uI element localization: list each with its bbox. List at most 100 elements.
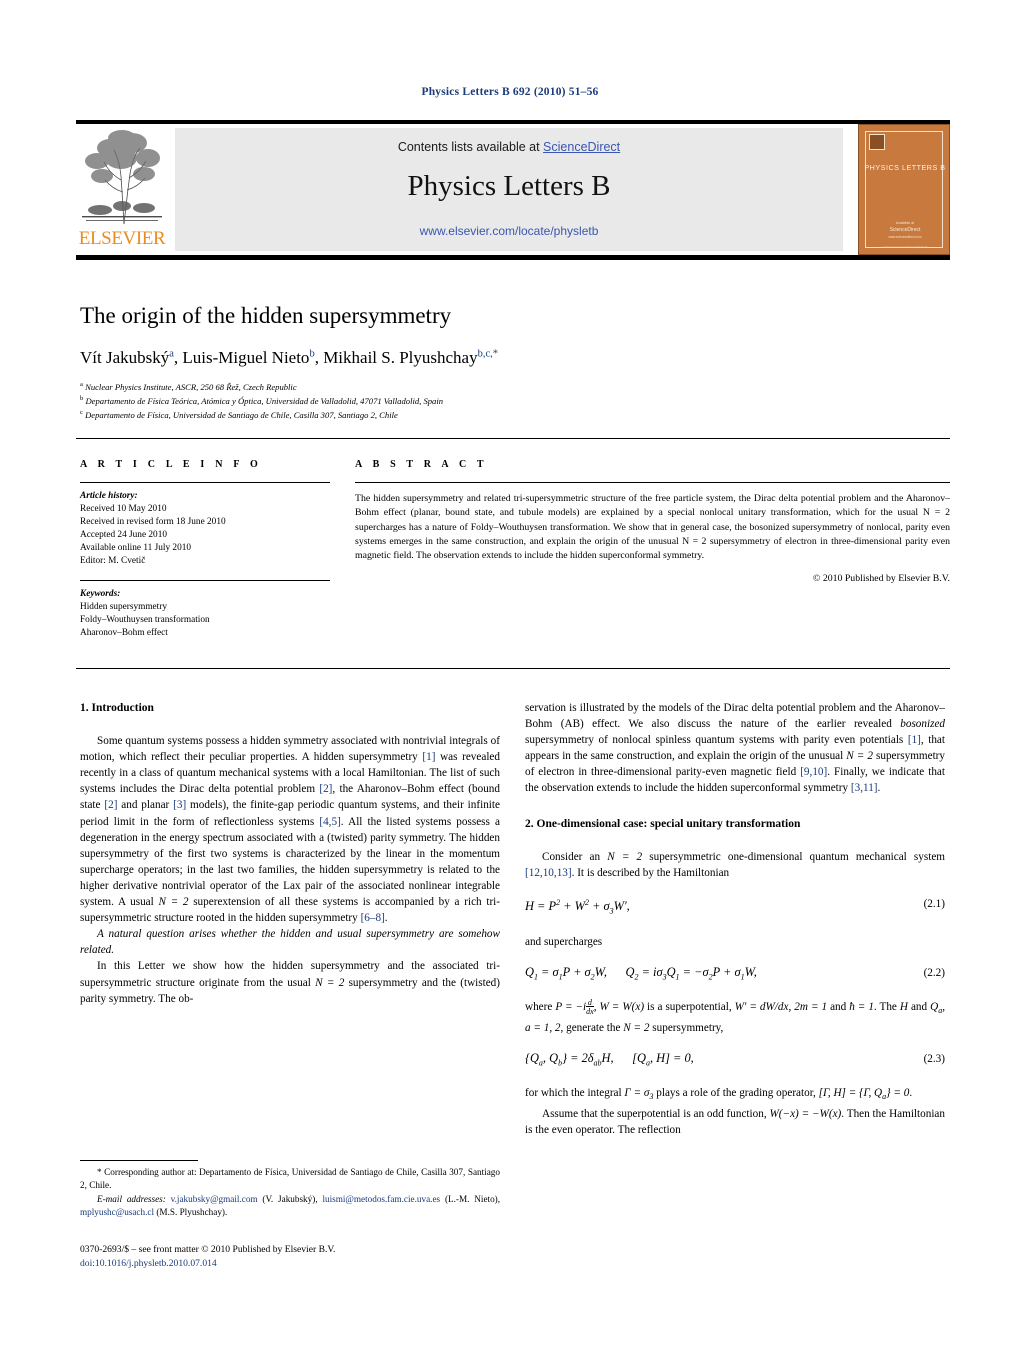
corresponding-mark: * <box>97 1167 102 1177</box>
citation-ref[interactable]: [4,5] <box>319 816 340 828</box>
citation-ref[interactable]: [9,10] <box>800 766 827 778</box>
text-run: . It is described by the Hamiltonian <box>571 866 730 879</box>
cover-sciencedirect-url: www.sciencedirect.com <box>888 235 922 239</box>
author-name: Vít Jakubský <box>80 348 170 367</box>
email-link[interactable]: v.jakubsky@gmail.com <box>171 1194 258 1204</box>
abstract-block: A B S T R A C T The hidden supersymmetry… <box>355 459 950 584</box>
article-editor: Editor: M. Cvetič <box>80 555 146 566</box>
cover-title: PHYSICS LETTERS B <box>864 163 946 172</box>
email-link[interactable]: luismi@metodos.fam.cie.uva.es <box>322 1194 440 1204</box>
citation-ref[interactable]: [12,10,13] <box>525 867 572 879</box>
affiliation: a Nuclear Physics Institute, ASCR, 250 6… <box>80 381 900 392</box>
paragraph: where P = −i d dx, W = W(x) is a superpote… <box>525 998 945 1036</box>
article-history-label: Article history: <box>80 491 138 501</box>
elsevier-logo: ELSEVIER <box>76 124 168 255</box>
journal-cover-thumbnail[interactable]: PHYSICS LETTERS B Available at ScienceDi… <box>858 124 950 255</box>
equation-expression: Q1 = σ1P + σ2W, Q2 = iσ3Q1 = −σ2P + σ1W, <box>525 964 757 982</box>
citation-ref[interactable]: [6–8] <box>361 912 385 924</box>
keyword-item: Aharonov–Bohm effect <box>80 628 168 639</box>
abstract-divider <box>355 482 950 483</box>
article-info-block: A R T I C L E I N F O Article history: R… <box>80 459 330 640</box>
equation-expression: {Qa, Qb} = 2δabH, [Qa, H] = 0, <box>525 1050 694 1068</box>
email-note: E-mail addresses: v.jakubsky@gmail.com (… <box>80 1193 501 1217</box>
text-run: . <box>909 1087 913 1100</box>
inline-math: N = 2 <box>607 850 643 863</box>
inline-math: N = 2 <box>158 896 189 909</box>
cover-sciencedirect: ScienceDirect <box>889 227 921 233</box>
inline-math: P = −i d dx <box>555 998 594 1016</box>
email-person: (M.S. Plyushchay) <box>156 1206 225 1217</box>
citation-ref[interactable]: [2] <box>104 799 117 811</box>
footnote-rule <box>80 1160 198 1161</box>
affiliation-text: Departamento de Física, Universidad de S… <box>85 409 398 420</box>
email-person: (L.-M. Nieto) <box>444 1193 498 1204</box>
equation-2-1: H = P2 + W2 + σ3W′, (2.1) <box>525 895 945 920</box>
article-history-item: Received 10 May 2010 <box>80 503 167 514</box>
text-run: plays a role of the grading operator, <box>653 1087 819 1100</box>
doi-link[interactable]: doi:10.1016/j.physletb.2010.07.014 <box>80 1257 510 1271</box>
text-run: Assume that the superpotential is an odd… <box>542 1107 770 1120</box>
journal-url-link[interactable]: www.elsevier.com/locate/physletb <box>175 224 843 238</box>
text-run: Consider an <box>542 850 608 863</box>
keyword-item: Foldy–Wouthuysen transformation <box>80 615 210 626</box>
corresponding-author-note: * Corresponding author at: Departamento … <box>80 1166 500 1193</box>
page-title: The origin of the hidden supersymmetry <box>80 303 452 328</box>
citation-ref[interactable]: [2] <box>319 783 332 795</box>
paragraph: In this Letter we show how the hidden su… <box>80 958 500 1006</box>
cover-available-at: Available at <box>895 221 915 225</box>
section-heading-1: 1. Introduction <box>80 702 154 714</box>
affiliation-text: Nuclear Physics Institute, ASCR, 250 68 … <box>85 381 297 392</box>
inline-math: W′ = dW/dx <box>734 1001 789 1014</box>
text-run: where <box>525 1001 556 1014</box>
citation-ref[interactable]: [1] <box>422 751 435 763</box>
paragraph-italic: A natural question arises whether the hi… <box>80 928 500 957</box>
author-affil-mark: a <box>169 348 174 360</box>
sciencedirect-panel: Contents lists available at ScienceDirec… <box>175 128 843 251</box>
body-column-right: servation is illustrated by the models o… <box>525 700 945 1138</box>
abstract-copyright: © 2010 Published by Elsevier B.V. <box>812 573 950 585</box>
inline-math: N = 2 <box>315 976 345 989</box>
citation-ref[interactable]: [3] <box>173 799 186 811</box>
email-label: E-mail addresses: <box>97 1193 166 1204</box>
equation-number: (2.3) <box>923 1052 945 1065</box>
keyword-item: Hidden supersymmetry <box>80 602 168 613</box>
elsevier-tree-icon <box>80 128 164 228</box>
cover-journal-url: www.elsevier.com/locate/physletb <box>882 245 928 249</box>
paragraph: Assume that the superpotential is an odd… <box>525 1106 945 1138</box>
journal-title: Physics Letters B <box>407 170 611 202</box>
paragraph: Some quantum systems possess a hidden sy… <box>80 733 500 926</box>
citation-ref[interactable]: [3,11] <box>851 782 878 794</box>
affiliation: c Departamento de Física, Universidad de… <box>80 409 900 420</box>
text-run: for which the integral <box>525 1087 625 1100</box>
paper-page: Physics Letters B 692 (2010) 51–56 ELSEV… <box>0 0 1020 1351</box>
citation-ref[interactable]: [1] <box>908 734 921 746</box>
inline-math: a = 1, 2 <box>525 1021 561 1034</box>
inline-math: N = 2 <box>846 750 873 763</box>
paragraph: servation is illustrated by the models o… <box>525 700 945 797</box>
author-affil-mark: b <box>309 348 315 360</box>
affiliation-text: Departamento de Física Teórica, Atómica … <box>85 395 444 406</box>
text-run: , <box>942 1001 945 1014</box>
paragraph: for which the integral Γ = σ3 plays a ro… <box>525 1085 945 1105</box>
author-affil-mark: b,c,* <box>477 348 499 360</box>
sciencedirect-link[interactable]: ScienceDirect <box>543 140 620 154</box>
article-info-divider <box>80 482 330 483</box>
info-section-rule-bottom <box>76 668 950 669</box>
masthead-rule-bottom <box>76 255 950 260</box>
inline-math: W(−x) = −W(x) <box>769 1107 842 1120</box>
text-run: . <box>877 782 881 795</box>
text-run: , generate the <box>560 1021 624 1034</box>
text-run: and planar <box>117 799 174 812</box>
paragraph: Consider an N = 2 supersymmetric one-dim… <box>525 849 945 881</box>
author-name: Luis-Miguel Nieto <box>182 348 310 367</box>
equation-2-2: Q1 = σ1P + σ2W, Q2 = iσ3Q1 = −σ2P + σ1W,… <box>525 964 945 986</box>
email-link[interactable]: mplyushc@usach.cl <box>80 1207 154 1217</box>
body-column-left: 1. Introduction Some quantum systems pos… <box>80 700 500 1007</box>
equation-number: (2.2) <box>923 966 945 979</box>
abstract-text: The hidden supersymmetry and related tri… <box>355 493 950 562</box>
inline-math: Qa <box>930 1001 943 1016</box>
inline-math: ħ = 1 <box>849 1001 874 1014</box>
inline-math: [Γ, H] = {Γ, Qa} = 0 <box>818 1087 910 1102</box>
text-run: . The <box>873 1001 900 1014</box>
inline-math: , W = W(x) <box>593 1001 645 1014</box>
